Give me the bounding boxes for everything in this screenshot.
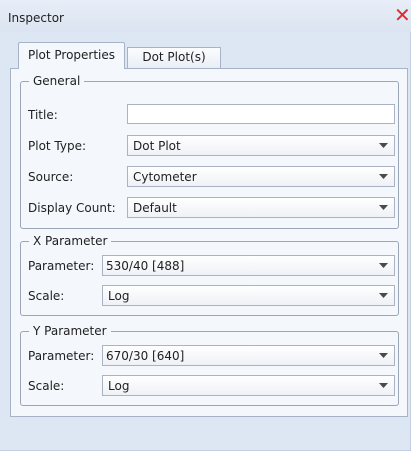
display-count-label: Display Count: [28,201,116,215]
title-bar: Inspector ✕ [0,0,411,32]
chevron-down-icon[interactable] [372,198,394,217]
x-scale-label: Scale: [28,289,65,303]
y-parameter-dropdown[interactable]: 670/30 [640] [102,345,395,366]
inspector-window: Inspector ✕ Plot Properties Dot Plot(s) … [0,0,411,451]
y-parameter-group: Y Parameter Parameter: 670/30 [640] Scal… [20,324,399,406]
x-parameter-group: X Parameter Parameter: 530/40 [488] Scal… [20,234,399,316]
chevron-down-icon[interactable] [372,376,394,395]
plot-type-label: Plot Type: [28,139,87,153]
chevron-down-icon[interactable] [372,286,394,305]
y-parameter-label: Parameter: [28,349,95,363]
general-group-legend: General [29,74,85,88]
title-input[interactable] [127,104,395,124]
plot-type-dropdown[interactable]: Dot Plot [127,135,395,156]
panel-footer [10,417,408,447]
display-count-value: Default [133,201,177,215]
x-parameter-dropdown[interactable]: 530/40 [488] [102,255,395,276]
y-scale-value: Log [108,379,130,393]
plot-type-value: Dot Plot [133,139,181,153]
y-scale-label: Scale: [28,379,65,393]
x-parameter-group-legend: X Parameter [29,234,112,248]
x-parameter-value: 530/40 [488] [106,259,185,273]
y-scale-dropdown[interactable]: Log [102,375,395,396]
chevron-down-icon[interactable] [372,256,394,275]
chevron-down-icon[interactable] [372,346,394,365]
source-label: Source: [28,170,74,184]
x-scale-dropdown[interactable]: Log [102,285,395,306]
tab-plot-properties[interactable]: Plot Properties [18,42,125,69]
plot-properties-panel: General Title: Plot Type: Dot Plot Sourc… [10,68,408,417]
y-parameter-group-legend: Y Parameter [29,324,111,338]
y-parameter-value: 670/30 [640] [106,349,185,363]
tab-label: Dot Plot(s) [142,50,206,64]
chevron-down-icon[interactable] [372,167,394,186]
x-parameter-label: Parameter: [28,259,95,273]
chevron-down-icon[interactable] [372,136,394,155]
source-dropdown[interactable]: Cytometer [127,166,395,187]
x-scale-value: Log [108,289,130,303]
tab-label: Plot Properties [27,48,116,62]
display-count-dropdown[interactable]: Default [127,197,395,218]
general-group: General Title: Plot Type: Dot Plot Sourc… [20,74,399,229]
close-icon[interactable]: ✕ [394,5,411,25]
window-title: Inspector [8,11,64,25]
title-label: Title: [28,108,58,122]
tab-dot-plots[interactable]: Dot Plot(s) [127,47,221,68]
source-value: Cytometer [133,170,197,184]
